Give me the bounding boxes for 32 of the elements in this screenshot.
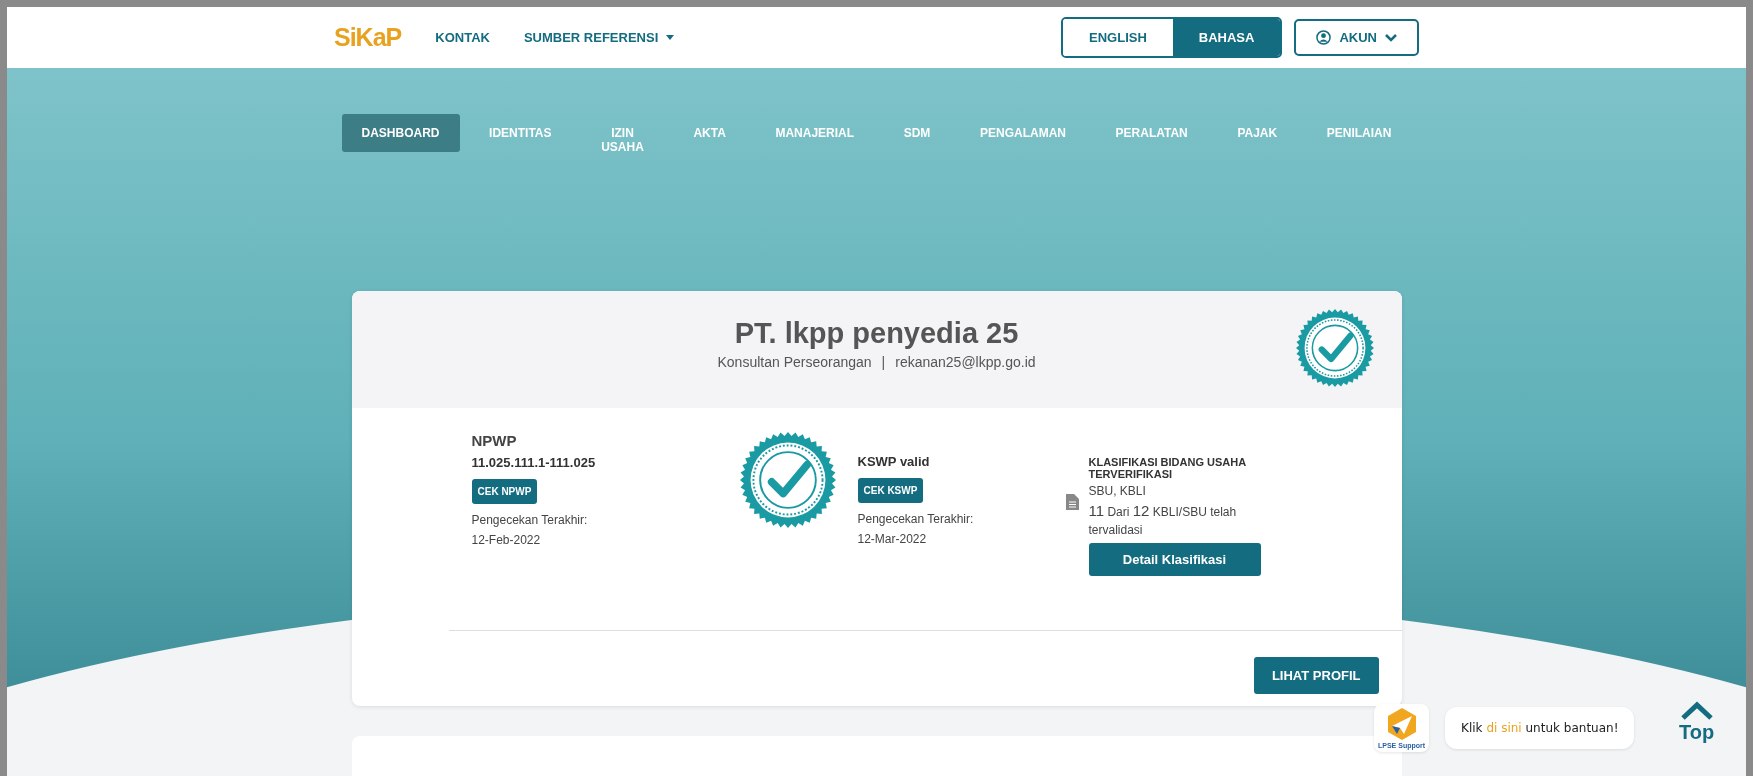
chevron-icon	[1385, 33, 1397, 42]
help-message: Klik di sini untuk bantuan!	[1445, 707, 1635, 749]
document-icon	[1065, 494, 1079, 510]
caret-icon	[666, 34, 675, 41]
classification-title: KLASIFIKASI BIDANG USAHA TERVERIFIKASI	[1088, 456, 1247, 480]
account-button[interactable]: AKUN	[1294, 19, 1419, 56]
view-profile-button[interactable]: LIHAT PROFIL	[1253, 657, 1379, 694]
last-check-date: 12-Mar-2022	[857, 532, 927, 546]
nav-tab[interactable]: DASHBOARD	[341, 114, 460, 152]
separator: |	[881, 354, 886, 370]
classification-summary: 11 Dari 12 KBLI/SBU telah tervalidasi	[1088, 502, 1238, 539]
nav-link[interactable]: KONTAK	[435, 30, 490, 45]
last-check-label: Pengecekan Terakhir:	[471, 513, 588, 527]
language-option[interactable]: BAHASA	[1172, 19, 1281, 56]
verified-seal-icon	[739, 432, 836, 528]
detail-classification-button[interactable]: Detail Klasifikasi	[1088, 543, 1261, 576]
last-check-date: 12-Feb-2022	[471, 533, 541, 547]
company-name: PT. lkpp penyedia 25	[734, 317, 1019, 350]
npwp-number: 11.025.111.1-111.025	[471, 455, 596, 470]
last-check-label: Pengecekan Terakhir:	[857, 512, 974, 526]
verified-seal-icon	[1295, 309, 1374, 387]
back-to-top-button[interactable]: Top	[1679, 701, 1715, 744]
nav-link[interactable]: SUMBER REFERENSI	[523, 30, 675, 45]
check-npwp-button[interactable]: CEK NPWP	[471, 479, 538, 504]
user-icon	[1316, 30, 1332, 45]
company-email: rekanan25@lkpp.go.id	[895, 354, 1036, 370]
npwp-title: NPWP	[471, 432, 517, 449]
paper-plane-icon	[1386, 708, 1417, 740]
kswp-status: KSWP valid	[857, 454, 930, 469]
check-kswp-button[interactable]: CEK KSWP	[857, 478, 924, 503]
company-type: Konsultan Perseorangan	[717, 354, 872, 370]
classification-types: SBU, KBLI	[1088, 484, 1146, 498]
